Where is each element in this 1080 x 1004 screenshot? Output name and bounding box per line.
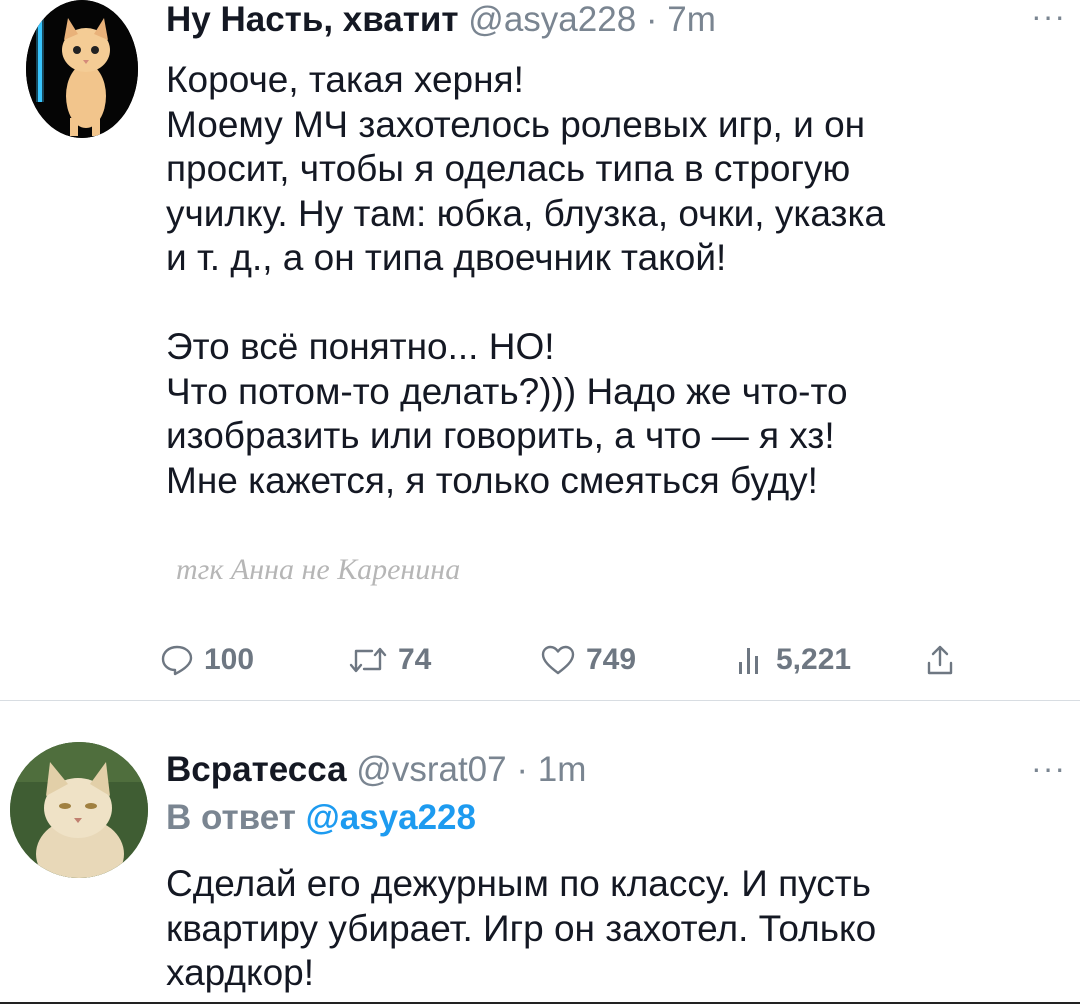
reply-icon [160, 644, 194, 676]
tweet-text-line: Моему МЧ захотелось ролевых игр, и он [166, 103, 866, 145]
thread-screenshot: Ну Насть, хватит @asya228 · 7m ··· Короч… [0, 0, 1080, 1004]
tweet[interactable]: Всратесса @vsrat07 · 1m ··· В ответ @asy… [0, 700, 1080, 1004]
share-icon [925, 643, 955, 677]
tweet-text-line: просит, чтобы я оделась типа в строгую [166, 148, 851, 189]
display-name[interactable]: Всратесса [166, 750, 347, 789]
reply-label: В ответ [166, 798, 296, 837]
tweet[interactable]: Ну Насть, хватит @asya228 · 7m ··· Короч… [0, 0, 1080, 700]
like-button[interactable]: 749 [540, 640, 636, 680]
heart-icon [540, 644, 576, 676]
tweet-header: Всратесса @vsrat07 · 1m [166, 750, 586, 790]
avatar[interactable] [26, 0, 138, 138]
tweet-text-line: и т. д., а он типа двоечник такой! [166, 237, 727, 278]
reply-button[interactable]: 100 [160, 640, 254, 680]
tweet-text-line: Мне кажется, я только смеяться буду! [166, 459, 818, 501]
reply-handle-link[interactable]: @asya228 [306, 798, 476, 837]
tweet-text-line: училку. Ну там: юбка, блузка, очки, указ… [166, 192, 886, 234]
retweet-button[interactable]: 74 [348, 640, 431, 680]
timestamp[interactable]: 7m [667, 0, 716, 39]
tweet-text-line: изобразить или говорить, а что — я хз! [166, 415, 835, 456]
handle[interactable]: @vsrat07 [356, 750, 506, 789]
retweet-count: 74 [398, 643, 432, 676]
avatar-kitten-image [26, 0, 138, 138]
tweet-text: Короче, такая херня! Моему МЧ захотелось… [166, 58, 1066, 503]
tweet-text-line: Это всё понятно... НО! [166, 326, 555, 367]
tweet-text-line: Сделай его дежурным по классу. И пусть [166, 863, 871, 904]
more-options-icon[interactable]: ··· [1031, 752, 1066, 784]
tweet-text-line: Что потом-то делать?))) Надо же что-то [166, 370, 848, 412]
handle[interactable]: @asya228 [468, 0, 636, 39]
more-options-icon[interactable]: ··· [1031, 0, 1066, 32]
tweet-actions: 100 74 749 5,221 [160, 640, 980, 680]
tweet-header: Ну Насть, хватит @asya228 · 7m [166, 0, 716, 40]
views-button[interactable]: 5,221 [736, 640, 851, 680]
share-button[interactable] [925, 640, 955, 680]
retweet-icon [348, 644, 388, 676]
like-count: 749 [586, 643, 637, 676]
avatar[interactable] [10, 742, 148, 878]
timestamp[interactable]: 1m [538, 750, 587, 789]
views-count: 5,221 [776, 643, 852, 676]
tweet-text: Сделай его дежурным по классу. И пусть к… [166, 862, 1066, 996]
reply-context: В ответ @asya228 [166, 798, 476, 838]
tweet-text-line: хардкор! [166, 952, 315, 993]
views-icon [736, 644, 766, 676]
separator: · [645, 0, 658, 39]
watermark: тгк Анна не Каренина [176, 553, 461, 586]
tweet-text-line: квартиру убирает. Игр он захотел. Только [166, 907, 877, 949]
separator: · [516, 750, 528, 789]
display-name[interactable]: Ну Насть, хватит [166, 0, 459, 39]
avatar-cat-painting-image [10, 742, 148, 878]
reply-count: 100 [204, 643, 255, 676]
tweet-text-line: Короче, такая херня! [166, 59, 524, 100]
